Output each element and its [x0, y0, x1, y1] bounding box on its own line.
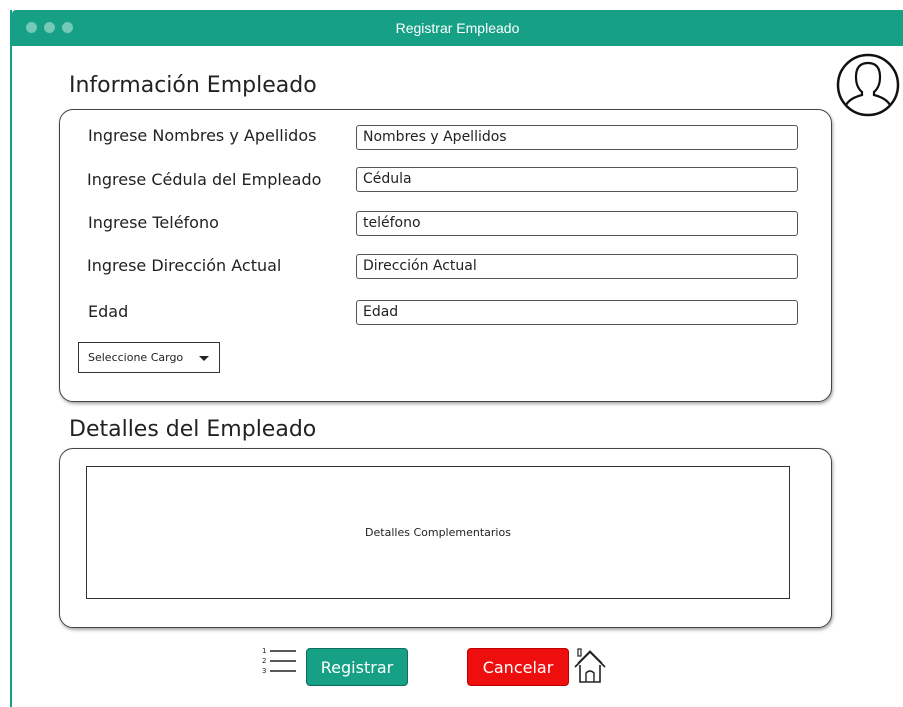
details-section-title: Detalles del Empleado — [69, 417, 317, 442]
edad-label: Edad — [88, 302, 129, 321]
direccion-label: Ingrese Dirección Actual — [87, 256, 282, 275]
telefono-input[interactable]: teléfono — [356, 211, 798, 236]
title-bar: Registrar Empleado — [12, 10, 903, 46]
cargo-select-value: Seleccione Cargo — [88, 351, 184, 364]
svg-text:3: 3 — [262, 667, 266, 674]
details-placeholder: Detalles Complementarios — [365, 526, 511, 539]
cedula-input[interactable]: Cédula — [356, 167, 798, 192]
svg-text:2: 2 — [262, 657, 266, 665]
cedula-label: Ingrese Cédula del Empleado — [87, 170, 322, 189]
register-button[interactable]: Registrar — [306, 648, 408, 686]
cancel-button[interactable]: Cancelar — [467, 648, 569, 686]
direccion-input[interactable]: Dirección Actual — [356, 254, 798, 279]
window-title: Registrar Empleado — [395, 20, 520, 36]
caret-down-icon — [199, 356, 209, 361]
user-avatar-icon[interactable] — [836, 52, 900, 118]
info-section-title: Información Empleado — [69, 73, 317, 98]
home-icon[interactable] — [572, 647, 608, 685]
cargo-select[interactable]: Seleccione Cargo — [78, 342, 220, 373]
telefono-label: Ingrese Teléfono — [88, 213, 219, 232]
numbered-list-icon[interactable]: 1 2 3 — [252, 644, 298, 674]
edad-input[interactable]: Edad — [356, 300, 798, 325]
name-input[interactable]: Nombres y Apellidos — [356, 125, 798, 150]
svg-text:1: 1 — [262, 647, 266, 655]
name-label: Ingrese Nombres y Apellidos — [88, 126, 317, 145]
details-textarea[interactable]: Detalles Complementarios — [86, 466, 790, 599]
